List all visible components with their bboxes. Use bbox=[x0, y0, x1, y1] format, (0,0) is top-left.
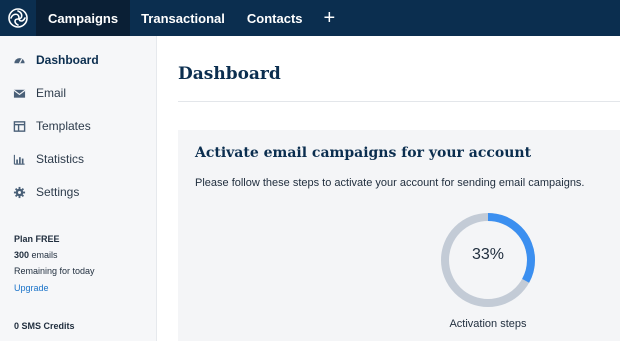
sidebar-item-label: Dashboard bbox=[36, 53, 99, 67]
page-title: Dashboard bbox=[178, 64, 281, 84]
spiral-logo-icon bbox=[8, 8, 28, 28]
sidebar-item-label: Templates bbox=[36, 119, 91, 133]
plan-remaining-text: Remaining for today bbox=[14, 266, 95, 276]
add-tab-button[interactable]: + bbox=[314, 0, 346, 36]
gauge-icon bbox=[12, 53, 26, 67]
sidebar-item-label: Email bbox=[36, 86, 67, 100]
envelope-icon bbox=[12, 86, 26, 100]
upgrade-link[interactable]: Upgrade bbox=[14, 283, 49, 293]
card-title: Activate email campaigns for your accoun… bbox=[195, 145, 532, 161]
tab-contacts[interactable]: Contacts bbox=[236, 0, 314, 36]
sidebar-item-label: Statistics bbox=[36, 152, 85, 166]
sidebar-item-templates[interactable]: Templates bbox=[0, 114, 157, 138]
card-description: Please follow these steps to activate yo… bbox=[195, 177, 585, 189]
sidebar-item-statistics[interactable]: Statistics bbox=[0, 147, 157, 171]
app-logo-icon[interactable] bbox=[0, 0, 36, 36]
sidebar-item-label: Settings bbox=[36, 185, 80, 199]
sidebar: Dashboard Email Templates Statistics Set… bbox=[0, 36, 157, 341]
bar-chart-icon bbox=[12, 152, 26, 166]
tab-transactional[interactable]: Transactional bbox=[130, 0, 236, 36]
activation-card: Activate email campaigns for your accoun… bbox=[178, 130, 620, 341]
plan-name: Plan FREE bbox=[14, 234, 60, 244]
plan-emails-count: 300 bbox=[14, 250, 30, 260]
sidebar-item-dashboard[interactable]: Dashboard bbox=[0, 48, 157, 72]
progress-label: Activation steps bbox=[449, 318, 527, 330]
title-divider bbox=[178, 101, 620, 102]
main-content: Dashboard Activate email campaigns for y… bbox=[157, 36, 620, 341]
progress-percent: 33% bbox=[471, 246, 505, 263]
gear-icon bbox=[12, 185, 26, 199]
sidebar-item-settings[interactable]: Settings bbox=[0, 180, 157, 204]
plan-emails-unit: emails bbox=[31, 250, 58, 260]
top-navigation-bar: Campaigns Transactional Contacts + bbox=[0, 0, 620, 36]
main-nav: Campaigns Transactional Contacts + bbox=[36, 0, 345, 36]
tab-campaigns[interactable]: Campaigns bbox=[36, 0, 131, 36]
sms-credits: 0 SMS Credits bbox=[14, 321, 75, 331]
sidebar-item-email[interactable]: Email bbox=[0, 81, 157, 105]
template-icon bbox=[12, 119, 26, 133]
plan-emails: 300 emails bbox=[14, 250, 58, 260]
